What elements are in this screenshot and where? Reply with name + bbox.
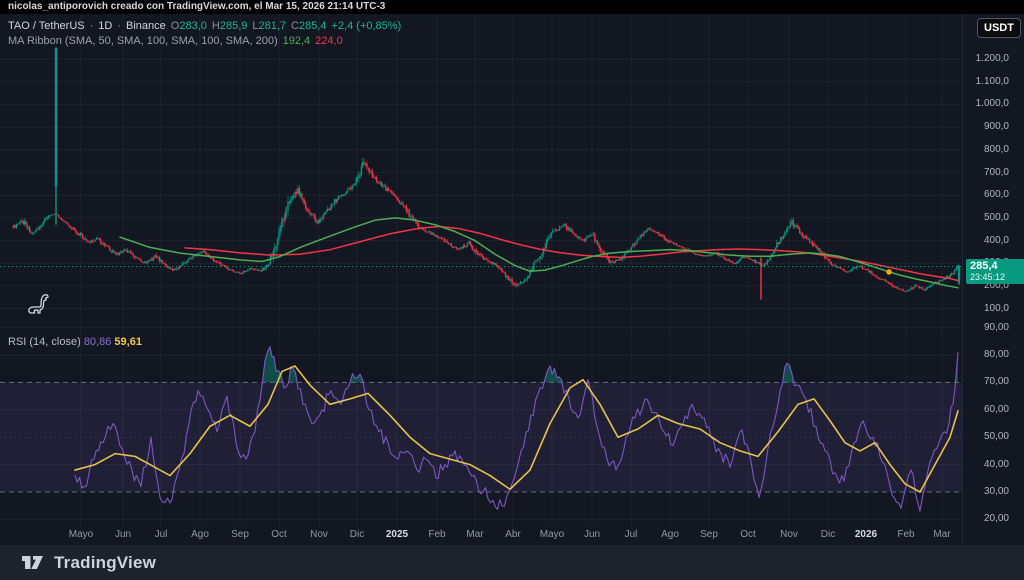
time-axis-label: Nov: [780, 529, 798, 540]
time-axis-label: Jun: [584, 529, 600, 540]
dinosaur-sticker[interactable]: [25, 290, 51, 318]
ohlc-open: O283,0: [171, 20, 207, 33]
price-axis-label: 500,0: [984, 212, 1009, 224]
change-value: +2,4 (+0,85%): [332, 20, 402, 33]
tradingview-brand-text[interactable]: TradingView: [54, 553, 156, 573]
rsi-axis-label: 50,00: [984, 431, 1009, 443]
price-axis-label: 900,0: [984, 121, 1009, 133]
tradingview-logo-icon[interactable]: [21, 554, 45, 572]
rsi-axis-label: 30,00: [984, 486, 1009, 498]
time-axis-label: Oct: [740, 529, 756, 540]
time-axis-label: Abr: [505, 529, 521, 540]
price-axis[interactable]: USDT 285,4 23:45:12 1.200,0 1.100,0 1.000,…: [962, 14, 1024, 545]
symbol-title: TAO / TetherUS: [8, 20, 85, 33]
interval-label: 1D: [98, 20, 112, 33]
rsi-axis-label: 70,00: [984, 376, 1009, 388]
bar-countdown: 23:45:12: [970, 272, 1022, 282]
orange-dot-marker[interactable]: [886, 269, 892, 275]
last-price-value: 285,4: [970, 260, 1022, 272]
price-axis-label: 1.100,0: [976, 76, 1009, 88]
ma-slow-value: 224,0: [315, 35, 343, 48]
price-axis-label: 800,0: [984, 144, 1009, 156]
ma-ribbon-title: MA Ribbon (SMA, 50, SMA, 100, SMA, 100, …: [8, 35, 278, 48]
rsi-axis-label: 40,00: [984, 459, 1009, 471]
price-axis-label: 400,0: [984, 235, 1009, 247]
time-axis-label: Sep: [231, 529, 249, 540]
time-axis-label: Nov: [310, 529, 328, 540]
time-axis-label: Mayo: [540, 529, 564, 540]
rsi-ma-value: 59,61: [114, 336, 142, 348]
price-axis-label: 1.200,0: [976, 53, 1009, 65]
ohlc-close: C285,4: [291, 20, 326, 33]
time-axis-label: Ago: [191, 529, 209, 540]
time-axis-label: Mar: [466, 529, 483, 540]
rsi-value: 80,86: [84, 336, 112, 348]
time-axis-label: Feb: [428, 529, 445, 540]
symbol-legend-row[interactable]: TAO / TetherUS · 1D · Binance O283,0 H28…: [8, 20, 401, 33]
time-axis-label: Oct: [271, 529, 287, 540]
time-axis-label: 2026: [855, 529, 877, 540]
price-axis-label: 1.000,0: [976, 98, 1009, 110]
rsi-axis-label: 20,00: [984, 513, 1009, 525]
symbol-legend: TAO / TetherUS · 1D · Binance O283,0 H28…: [8, 20, 401, 50]
rsi-axis-label: 80,00: [984, 349, 1009, 361]
ohlc-high: H285,9: [212, 20, 247, 33]
ohlc-low: L281,7: [252, 20, 286, 33]
time-axis-label: Mar: [933, 529, 950, 540]
time-axis[interactable]: Mayo Jun Jul Ago Sep Oct Nov Dic 2025 Feb Mar Abr Ma…: [0, 527, 962, 545]
tradingview-chart-window: nicolas_antiporovich creado con TradingV…: [0, 0, 1024, 580]
time-axis-label: 2025: [386, 529, 408, 540]
price-axis-label: 100,0: [984, 303, 1009, 315]
time-axis-label: Ago: [661, 529, 679, 540]
footer-bar: TradingView: [0, 545, 1024, 580]
attribution-text: nicolas_antiporovich creado con TradingV…: [8, 1, 385, 12]
rsi-axis-label: 60,00: [984, 404, 1009, 416]
last-price-tag[interactable]: 285,4 23:45:12: [966, 259, 1024, 284]
time-axis-label: Sep: [700, 529, 718, 540]
dinosaur-outline: [29, 295, 48, 313]
time-axis-label: Mayo: [69, 529, 93, 540]
time-axis-label: Jul: [155, 529, 168, 540]
separator: ·: [117, 20, 121, 33]
time-axis-label: Jun: [115, 529, 131, 540]
attribution-bar: nicolas_antiporovich creado con TradingV…: [0, 0, 1024, 14]
time-axis-label: Dic: [350, 529, 364, 540]
time-axis-label: Dic: [821, 529, 835, 540]
separator: ·: [90, 20, 94, 33]
price-chart[interactable]: [0, 14, 962, 326]
rsi-title: RSI (14, close): [8, 336, 81, 348]
time-axis-label: Jul: [625, 529, 638, 540]
rsi-legend-row[interactable]: RSI (14, close) 80,86 59,61: [8, 336, 142, 348]
ma-fast-value: 192,4: [283, 35, 311, 48]
price-axis-label: 700,0: [984, 167, 1009, 179]
exchange-label: Binance: [126, 20, 166, 33]
rsi-axis-label: 90,00: [984, 322, 1009, 334]
ma-ribbon-legend-row[interactable]: MA Ribbon (SMA, 50, SMA, 100, SMA, 100, …: [8, 35, 401, 48]
time-axis-label: Feb: [897, 529, 914, 540]
price-axis-label: 600,0: [984, 189, 1009, 201]
rsi-chart[interactable]: [0, 326, 962, 527]
currency-toggle-button[interactable]: USDT: [977, 18, 1021, 38]
